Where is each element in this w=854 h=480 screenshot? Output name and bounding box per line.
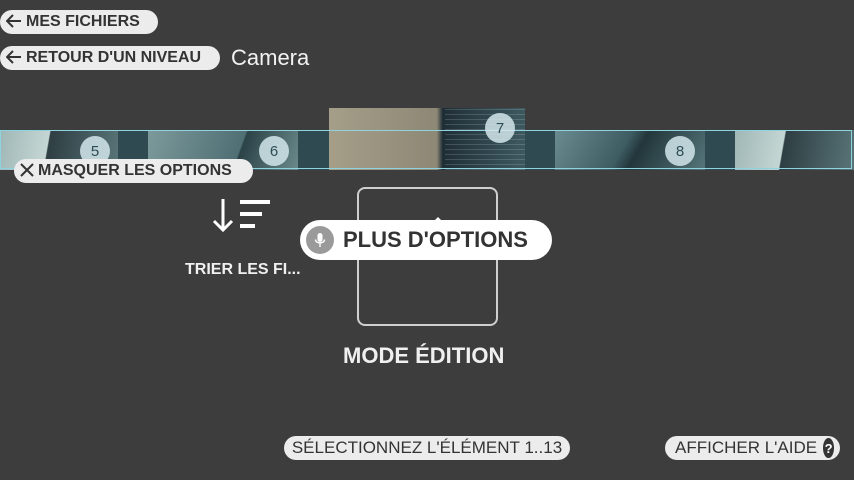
up-one-level-label: RETOUR D'UN NIVEAU <box>26 49 202 66</box>
edit-mode-label[interactable]: MODE ÉDITION <box>343 343 504 369</box>
sort-icon[interactable] <box>210 197 272 233</box>
arrow-left-icon <box>5 49 22 67</box>
hide-options-button[interactable]: MASQUER LES OPTIONS <box>14 159 253 183</box>
help-icon: ? <box>823 438 834 458</box>
my-files-button[interactable]: MES FICHIERS <box>0 10 158 34</box>
show-help-label: AFFICHER L'AIDE <box>675 438 818 457</box>
microphone-icon <box>306 226 334 254</box>
more-options-label: PLUS D'OPTIONS <box>343 227 528 252</box>
file-browser-screen: MES FICHIERS RETOUR D'UN NIVEAU Camera 5… <box>0 0 854 480</box>
thumbnail-number-badge: 8 <box>665 136 695 166</box>
select-item-label: SÉLECTIONNEZ L'ÉLÉMENT 1..13 <box>291 438 563 457</box>
folder-title: Camera <box>231 45 310 70</box>
thumbnail[interactable] <box>735 130 854 170</box>
thumbnail-number-badge: 6 <box>259 136 289 166</box>
show-help-button[interactable]: AFFICHER L'AIDE ? <box>665 436 840 460</box>
hide-options-label: MASQUER LES OPTIONS <box>38 162 232 179</box>
arrow-left-icon <box>5 13 22 31</box>
thumbnail-number-badge: 7 <box>485 113 515 143</box>
more-options-button[interactable]: PLUS D'OPTIONS <box>300 220 552 260</box>
up-one-level-button[interactable]: RETOUR D'UN NIVEAU <box>0 46 220 70</box>
my-files-label: MES FICHIERS <box>26 13 140 30</box>
select-item-button[interactable]: SÉLECTIONNEZ L'ÉLÉMENT 1..13 <box>284 436 570 460</box>
sort-files-label[interactable]: TRIER LES FI... <box>185 261 301 279</box>
close-icon <box>20 162 34 180</box>
